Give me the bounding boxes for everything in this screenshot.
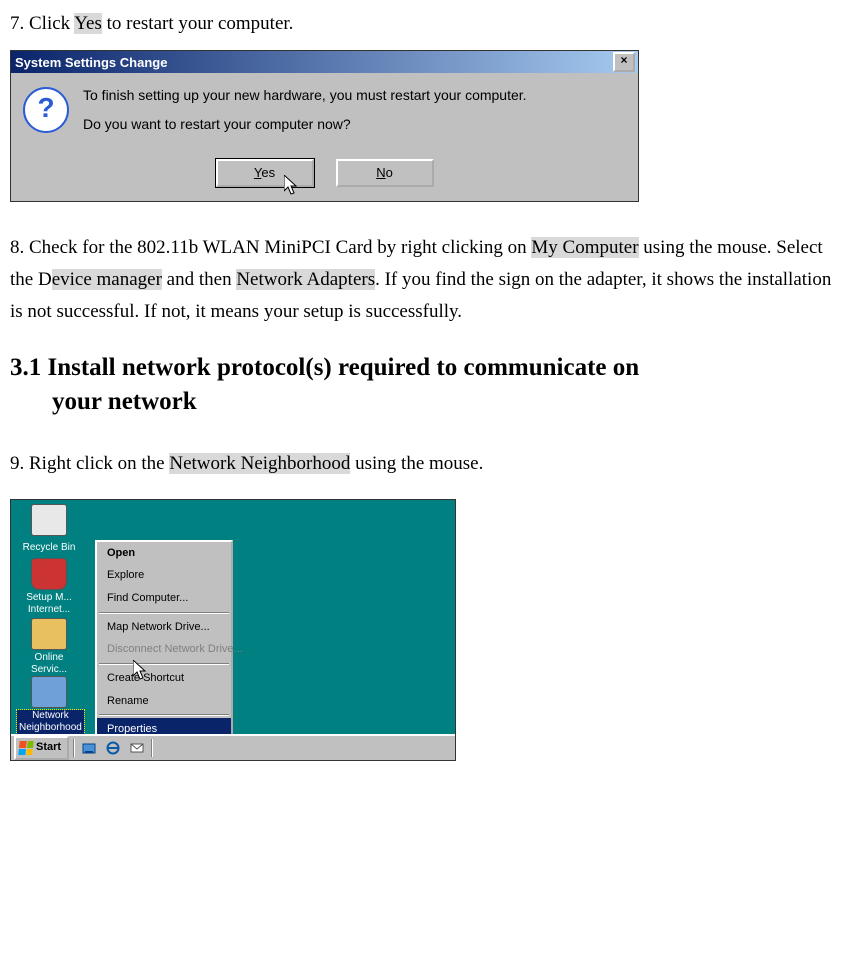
windows-logo-icon (18, 741, 33, 755)
taskbar-separator (151, 739, 153, 757)
step-7-text: 7. Click Yes to restart your computer. (10, 8, 846, 40)
recycle-bin-icon[interactable]: Recycle Bin (17, 504, 81, 557)
section-3-1-heading: 3.1 Install network protocol(s) required… (10, 351, 846, 419)
step-9-text: 9. Right click on the Network Neighborho… (10, 448, 846, 480)
menu-disconnect-drive: Disconnect Network Drive... (97, 638, 231, 661)
question-icon (23, 87, 69, 133)
dialog-text: To finish setting up your new hardware, … (83, 87, 628, 145)
quick-launch-desktop-icon[interactable] (79, 738, 99, 758)
menu-open[interactable]: Open (97, 542, 231, 565)
highlight-device-manager: evice manager (52, 269, 162, 290)
menu-explore[interactable]: Explore (97, 564, 231, 587)
start-button[interactable]: Start (14, 736, 69, 760)
desktop-context-menu-screenshot: Recycle Bin Setup M... Internet... Onlin… (10, 499, 456, 761)
close-icon[interactable]: × (613, 52, 635, 72)
quick-launch-ie-icon[interactable] (103, 738, 123, 758)
quick-launch-outlook-icon[interactable] (127, 738, 147, 758)
menu-separator (99, 714, 229, 716)
highlight-network-neighborhood: Network Neighborhood (169, 453, 350, 474)
context-menu: Open Explore Find Computer... Map Networ… (95, 540, 233, 744)
online-services-icon[interactable]: Online Servic... (17, 618, 81, 679)
network-neighborhood-icon[interactable]: Network Neighborhood (17, 676, 81, 737)
yes-button[interactable]: Yes (216, 159, 314, 187)
taskbar-separator (73, 739, 75, 757)
dialog-title: System Settings Change (15, 55, 613, 71)
step-8-text: 8. Check for the 802.11b WLAN MiniPCI Ca… (10, 232, 846, 329)
menu-rename[interactable]: Rename (97, 690, 231, 713)
highlight-network-adapters: Network Adapters (236, 269, 375, 290)
highlight-yes: Yes (74, 13, 102, 34)
msn-setup-icon[interactable]: Setup M... Internet... (17, 558, 81, 619)
menu-separator (99, 612, 229, 614)
highlight-my-computer: My Computer (531, 237, 638, 258)
menu-map-drive[interactable]: Map Network Drive... (97, 616, 231, 639)
dialog-titlebar: System Settings Change × (11, 51, 638, 73)
menu-find-computer[interactable]: Find Computer... (97, 587, 231, 610)
no-button[interactable]: No (336, 159, 434, 187)
system-settings-change-dialog: System Settings Change × To finish setti… (10, 50, 639, 202)
menu-create-shortcut[interactable]: Create Shortcut (97, 667, 231, 690)
taskbar: Start (11, 734, 455, 760)
menu-separator (99, 663, 229, 665)
